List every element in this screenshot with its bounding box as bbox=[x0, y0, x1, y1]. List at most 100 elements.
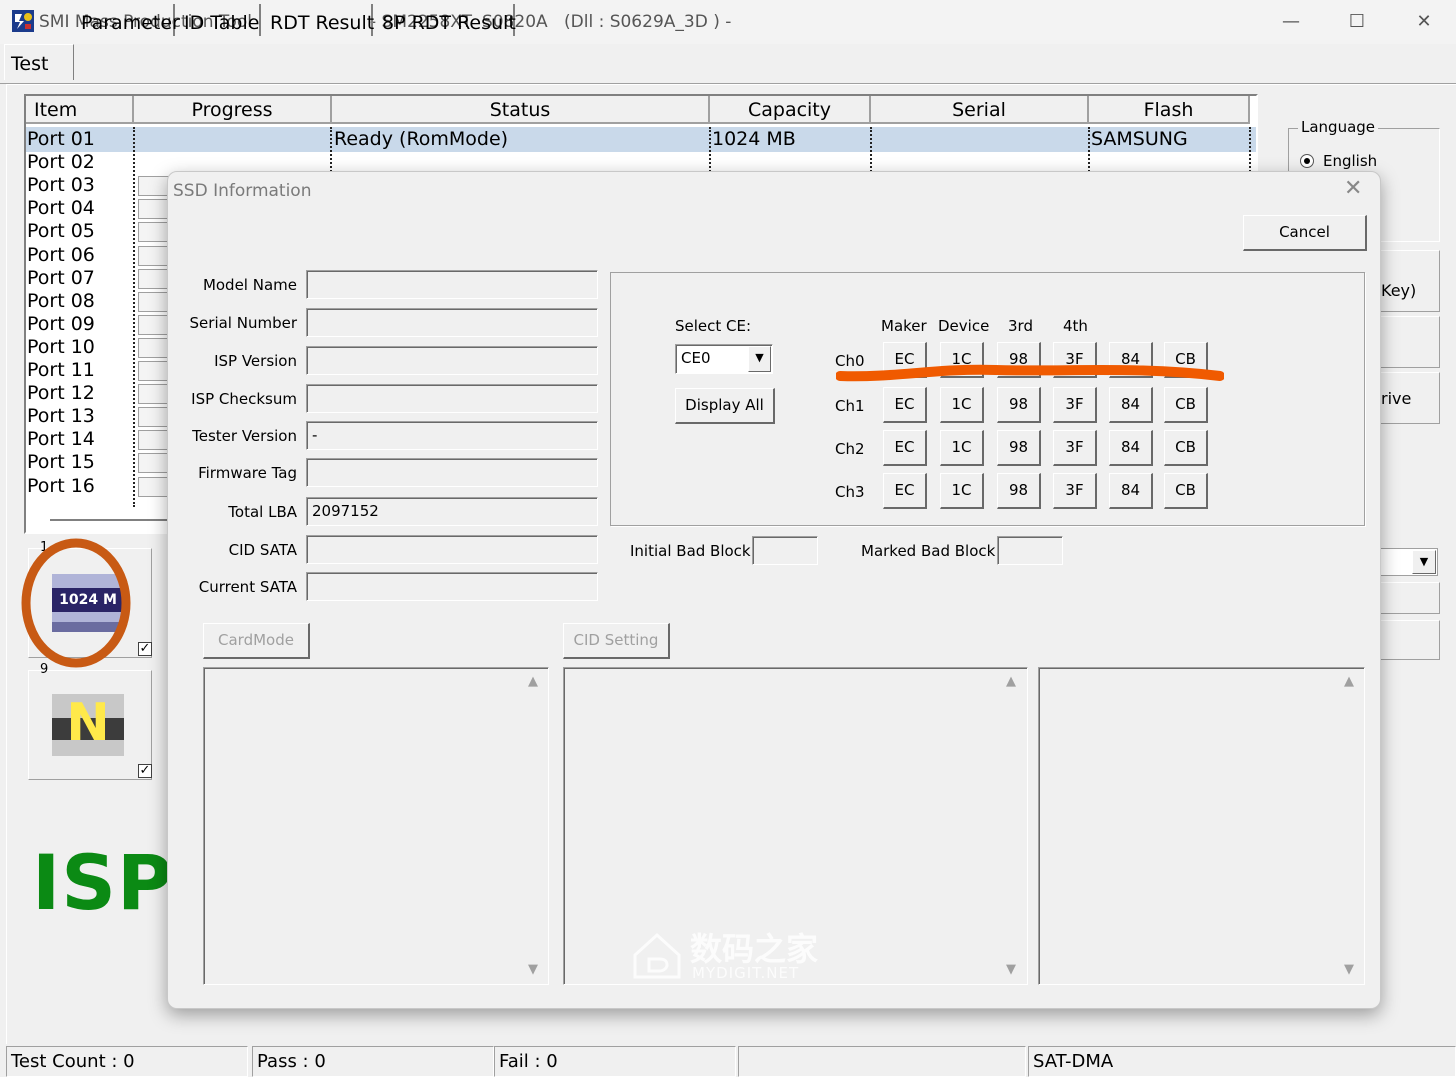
dialog-close-icon[interactable]: ✕ bbox=[1344, 176, 1362, 201]
log-list-3[interactable]: ▲ ▼ bbox=[1038, 667, 1365, 985]
field-value[interactable] bbox=[306, 572, 598, 601]
initial-bad-block-field[interactable] bbox=[752, 536, 818, 565]
scroll-down-icon[interactable]: ▼ bbox=[528, 962, 538, 977]
flash-id-byte: 3F bbox=[1053, 430, 1097, 466]
fail-count: Fail : 0 bbox=[494, 1046, 736, 1077]
column-progress[interactable]: Progress bbox=[134, 96, 332, 124]
channel-label: Ch2 bbox=[835, 440, 865, 458]
port-label[interactable]: Port 01 bbox=[27, 128, 95, 151]
port-label[interactable]: Port 13 bbox=[27, 405, 95, 428]
minimize-button[interactable]: — bbox=[1271, 8, 1311, 36]
thumbnail-checkbox[interactable]: ✓ bbox=[138, 764, 152, 778]
scroll-down-icon[interactable]: ▼ bbox=[1006, 962, 1016, 977]
grid-divider bbox=[1249, 127, 1251, 172]
field-value[interactable]: 2097152 bbox=[306, 497, 598, 526]
column-flash[interactable]: Flash bbox=[1089, 96, 1250, 124]
grid-hscrollbar[interactable] bbox=[50, 519, 170, 521]
selected-row[interactable] bbox=[26, 127, 1256, 152]
port-label[interactable]: Port 03 bbox=[27, 174, 95, 197]
column-capacity[interactable]: Capacity bbox=[710, 96, 871, 124]
grid-divider bbox=[709, 127, 711, 172]
port-label[interactable]: Port 16 bbox=[27, 475, 95, 498]
ssd-information-dialog: SSD Information ✕ Cancel Model Name Seria… bbox=[167, 171, 1381, 1009]
tab-parameter[interactable]: Parameter bbox=[75, 4, 180, 36]
column-serial[interactable]: Serial bbox=[871, 96, 1089, 124]
grid-divider bbox=[330, 127, 332, 172]
port-label[interactable]: Port 06 bbox=[27, 244, 95, 267]
port-label[interactable]: Port 14 bbox=[27, 428, 95, 451]
close-button[interactable]: ✕ bbox=[1404, 8, 1444, 36]
language-title: Language bbox=[1298, 118, 1379, 136]
port-label[interactable]: Port 15 bbox=[27, 451, 95, 474]
key-button-label: Key) bbox=[1381, 281, 1417, 300]
port-label[interactable]: Port 09 bbox=[27, 313, 95, 336]
tab-bar bbox=[0, 44, 1456, 84]
select-ce-value: CE0 bbox=[681, 349, 711, 367]
flash-id-byte: 84 bbox=[1109, 430, 1153, 466]
dialog-title: SSD Information bbox=[173, 181, 312, 201]
flash-id-byte: CB bbox=[1164, 430, 1208, 466]
tab-id-table[interactable]: ID Table bbox=[178, 4, 261, 36]
port-label[interactable]: Port 04 bbox=[27, 197, 95, 220]
field-value[interactable] bbox=[306, 308, 598, 337]
flash-id-byte: CB bbox=[1164, 473, 1208, 509]
port-label[interactable]: Port 08 bbox=[27, 290, 95, 313]
smi-mptool-window: SMI Mass Production Tool - SM2258XT S082… bbox=[0, 0, 1456, 1077]
scroll-up-icon[interactable]: ▲ bbox=[1344, 674, 1354, 689]
port01-capacity: 1024 MB bbox=[712, 128, 796, 150]
field-value[interactable]: - bbox=[306, 421, 598, 450]
side-button[interactable] bbox=[1380, 582, 1440, 614]
field-label: Firmware Tag bbox=[198, 464, 297, 482]
cancel-button[interactable]: Cancel bbox=[1243, 215, 1367, 251]
drive-button-label: rive bbox=[1381, 389, 1412, 408]
cid-setting-button[interactable]: CID Setting bbox=[563, 623, 670, 659]
tab-8p-rdt-result[interactable]: 8P RDT Result bbox=[376, 4, 516, 36]
maximize-button[interactable]: ☐ bbox=[1337, 8, 1377, 36]
port-label[interactable]: Port 05 bbox=[27, 220, 95, 243]
grid-divider bbox=[1088, 127, 1090, 172]
port-label[interactable]: Port 10 bbox=[27, 336, 95, 359]
tab-test[interactable]: Test bbox=[4, 44, 74, 80]
key-button[interactable]: Key) bbox=[1380, 250, 1440, 312]
flash-id-byte: 1C bbox=[940, 387, 984, 423]
no-device-label: N bbox=[66, 693, 110, 753]
field-value[interactable] bbox=[306, 458, 598, 487]
grid-divider bbox=[133, 127, 135, 507]
display-all-button[interactable]: Display All bbox=[675, 388, 775, 424]
column-status[interactable]: Status bbox=[332, 96, 710, 124]
port-label[interactable]: Port 07 bbox=[27, 267, 95, 290]
field-value[interactable] bbox=[306, 270, 598, 299]
scroll-up-icon[interactable]: ▲ bbox=[1006, 674, 1016, 689]
scroll-down-icon[interactable]: ▼ bbox=[1344, 962, 1354, 977]
flash-id-byte: 3F bbox=[1053, 387, 1097, 423]
initial-bad-block-label: Initial Bad Block bbox=[630, 542, 751, 560]
drive-button[interactable]: rive bbox=[1380, 372, 1440, 424]
port-label[interactable]: Port 12 bbox=[27, 382, 95, 405]
card-mode-button[interactable]: CardMode bbox=[203, 623, 310, 659]
field-value[interactable] bbox=[306, 384, 598, 413]
app-logo-icon bbox=[12, 10, 34, 32]
flash-id-byte: 1C bbox=[940, 473, 984, 509]
marked-bad-block-field[interactable] bbox=[997, 536, 1063, 565]
tab-rdt-result[interactable]: RDT Result bbox=[264, 4, 374, 36]
log-list-1[interactable]: ▲ ▼ bbox=[203, 667, 549, 985]
flash-id-byte: EC bbox=[883, 387, 927, 423]
side-button[interactable] bbox=[1380, 620, 1440, 660]
thumbnail-checkbox[interactable]: ✓ bbox=[138, 642, 152, 656]
scroll-up-icon[interactable]: ▲ bbox=[528, 674, 538, 689]
english-radio[interactable] bbox=[1300, 154, 1314, 168]
column-item[interactable]: Item bbox=[26, 96, 134, 124]
field-value[interactable] bbox=[306, 346, 598, 375]
channel-label: Ch3 bbox=[835, 483, 865, 501]
field-value[interactable] bbox=[306, 535, 598, 564]
grid-divider bbox=[870, 127, 872, 172]
status-blank bbox=[738, 1046, 1026, 1077]
flash-id-byte: 98 bbox=[997, 387, 1041, 423]
port01-flash: SAMSUNG bbox=[1091, 128, 1188, 150]
port-label[interactable]: Port 11 bbox=[27, 359, 95, 382]
side-button[interactable] bbox=[1380, 316, 1440, 368]
chevron-down-icon[interactable]: ▼ bbox=[748, 346, 771, 372]
port-label[interactable]: Port 02 bbox=[27, 151, 95, 174]
chevron-down-icon[interactable]: ▼ bbox=[1412, 550, 1436, 574]
transfer-mode: SAT-DMA bbox=[1028, 1046, 1456, 1077]
